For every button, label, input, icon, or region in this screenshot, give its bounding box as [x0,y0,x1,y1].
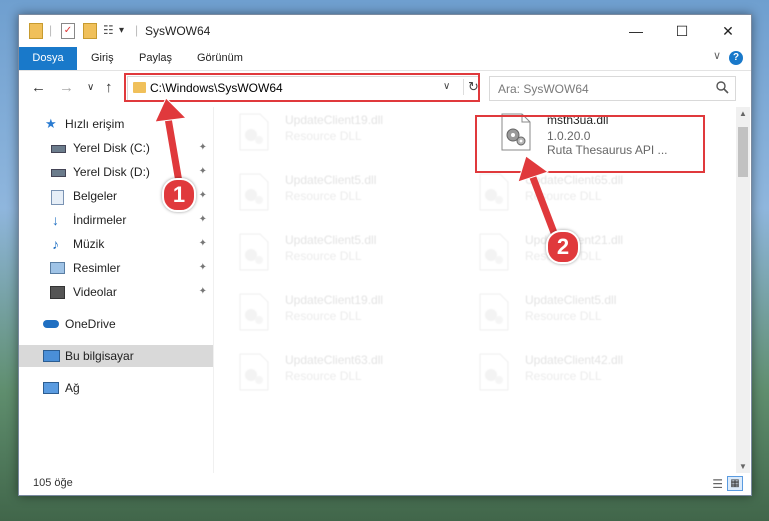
step-badge-1: 1 [162,178,196,212]
arrow-2-shaft [528,171,560,242]
annotation-overlay [154,97,560,242]
arrow-1-head [154,97,188,123]
step-badge-2: 2 [546,230,580,264]
